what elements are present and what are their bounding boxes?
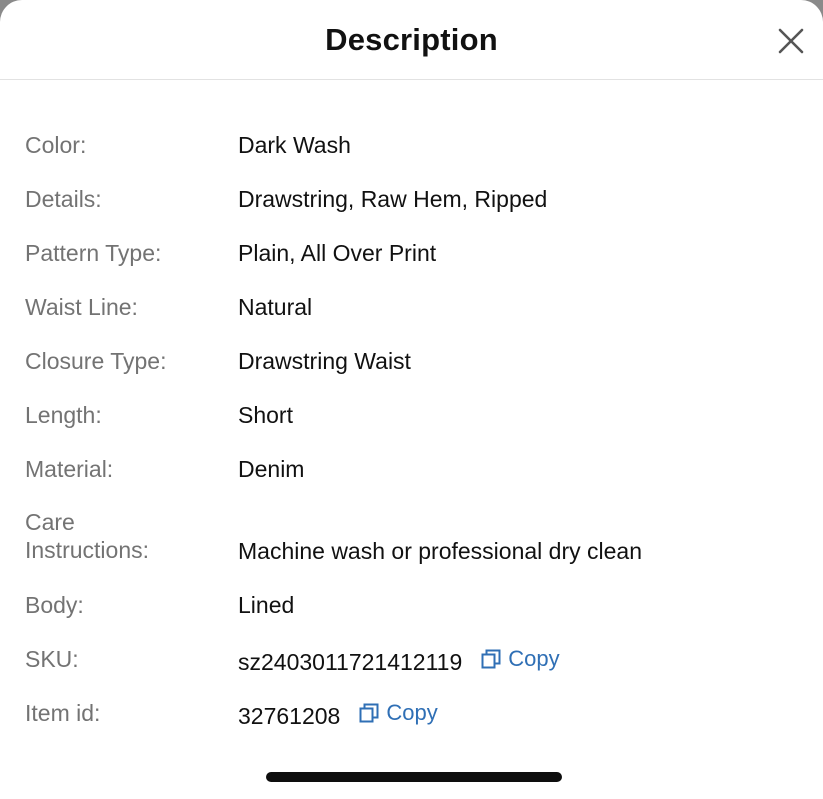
attribute-label: Details: (25, 186, 102, 212)
description-sheet: Description Color: Dark Wash Details: Dr… (0, 0, 823, 799)
attribute-label: Length: (25, 402, 102, 428)
close-icon[interactable] (776, 26, 806, 56)
copy-label: Copy (386, 700, 438, 725)
attribute-value: Plain, All Over Print (238, 240, 437, 266)
attribute-value: Drawstring, Raw Hem, Ripped (238, 186, 548, 212)
attribute-label: Body: (25, 592, 84, 618)
attribute-value: Dark Wash (238, 132, 351, 158)
sku-value: sz2403011721412119 (238, 649, 463, 675)
attribute-label: Color: (25, 132, 87, 158)
attribute-label: Material: (25, 456, 114, 482)
attribute-label: Pattern Type: (25, 240, 162, 266)
attribute-value-with-copy: 32761208 Copy (238, 699, 438, 730)
attribute-label: SKU: (25, 646, 79, 672)
attribute-label: Waist Line: (25, 294, 138, 320)
attribute-value-with-copy: sz2403011721412119 Copy (238, 645, 560, 676)
attribute-label: Care Instructions: (25, 509, 149, 563)
home-indicator (266, 772, 562, 782)
attribute-value: Drawstring Waist (238, 348, 411, 374)
copy-icon (359, 703, 379, 723)
copy-item-id-button[interactable]: Copy (358, 699, 438, 727)
attribute-label: Closure Type: (25, 348, 167, 374)
page-title: Description (325, 22, 498, 57)
attribute-label: Item id: (25, 700, 101, 726)
copy-label: Copy (508, 646, 560, 671)
item-id-value: 32761208 (238, 703, 341, 729)
copy-sku-button[interactable]: Copy (480, 645, 560, 673)
attribute-value: Lined (238, 592, 295, 618)
copy-icon (481, 649, 501, 669)
attribute-value: Denim (238, 456, 305, 482)
attribute-value: Machine wash or professional dry clean (238, 538, 642, 564)
attribute-value: Short (238, 402, 293, 428)
sheet-header: Description (0, 0, 823, 80)
attribute-value: Natural (238, 294, 313, 320)
